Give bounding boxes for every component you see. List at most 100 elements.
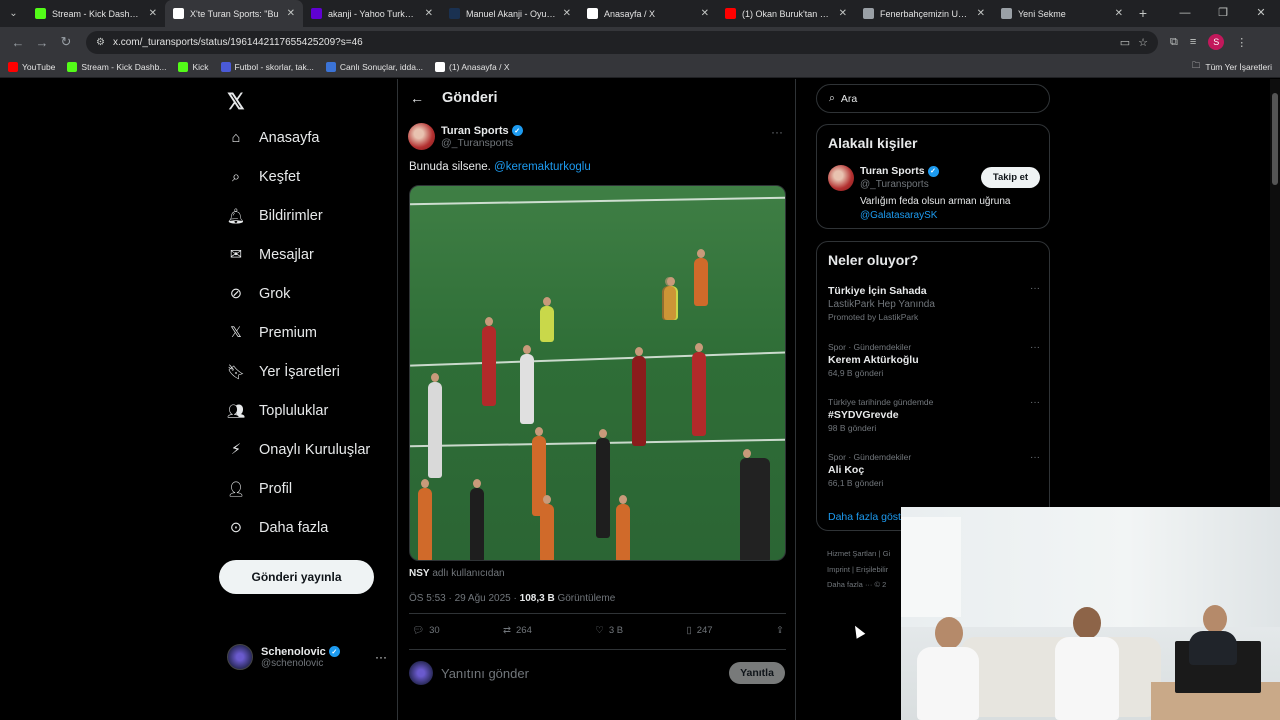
profile-avatar[interactable]: S <box>1208 34 1225 50</box>
trend-more-icon[interactable]: ··· <box>1030 283 1040 294</box>
tab-close-icon[interactable]: ✕ <box>839 8 847 19</box>
tab-close-icon[interactable]: ✕ <box>1115 8 1123 19</box>
repost-action[interactable]: ⇄ 264 <box>503 625 532 636</box>
show-more-link[interactable]: Daha fazla göster <box>828 511 910 523</box>
menu-icon[interactable]: ⋮ <box>1236 36 1247 49</box>
address-bar[interactable]: ⚙ x.com/_turansports/status/196144211765… <box>86 30 1158 54</box>
forward-arrow-icon[interactable]: → <box>30 35 54 50</box>
bookmark-item[interactable]: YouTube <box>8 62 55 72</box>
author-avatar[interactable] <box>408 123 435 150</box>
person-icon: 👤︎ <box>226 481 246 498</box>
nav-item-search[interactable]: ⌕ Keşfet <box>227 168 300 186</box>
all-bookmarks-button[interactable]: 🗀 Tüm Yer İşaretleri <box>1192 60 1272 74</box>
nav-item-lightning[interactable]: ⚡︎ Onaylı Kuruluşlar <box>227 441 370 459</box>
follow-button[interactable]: Takip et <box>981 167 1040 188</box>
browser-tab[interactable]: (1) Okan Buruk'tan Liverp ✕ <box>717 0 855 27</box>
media-icon[interactable]: ≡ <box>1190 36 1196 48</box>
bookmark-item[interactable]: Kick <box>178 62 209 72</box>
trend-more-icon[interactable]: ··· <box>1030 342 1040 353</box>
like-action[interactable]: ♡ 3 B <box>595 625 623 636</box>
reply-button[interactable]: Yanıtla <box>729 662 785 684</box>
minimize-icon[interactable]: — <box>1166 0 1204 27</box>
bookmark-count: 247 <box>696 625 713 636</box>
person-bio-mention[interactable]: @GalatasaraySK <box>860 210 937 221</box>
person-name[interactable]: Turan Sports <box>860 165 925 177</box>
tab-close-icon[interactable]: ✕ <box>425 8 433 19</box>
bookmark-action[interactable]: ▯ 247 <box>686 625 712 636</box>
trend-item[interactable]: Spor · Gündemdekiler Ali Koç 66,1 B gönder… <box>828 452 1040 488</box>
nav-item-label: Grok <box>259 286 291 302</box>
footer-link[interactable]: Imprint | Erişilebilir <box>827 562 890 578</box>
nav-item-more-circle[interactable]: ⊙ Daha fazla <box>227 519 328 537</box>
tab-close-icon[interactable]: ✕ <box>977 8 985 19</box>
nav-item-person[interactable]: 👤︎ Profil <box>227 480 292 498</box>
nav-item-home[interactable]: ⌂ Anasayfa <box>227 129 320 147</box>
person-handle[interactable]: @_Turansports <box>860 179 929 190</box>
trend-item[interactable]: Türkiye İçin Sahada LastikPark Hep Yanınd… <box>828 283 1040 322</box>
nav-item-bell[interactable]: 🔔︎ Bildirimler <box>227 207 323 225</box>
nav-item-x[interactable]: 𝕏 Premium <box>227 324 317 342</box>
post-button[interactable]: Gönderi yayınla <box>219 560 374 594</box>
star-icon[interactable]: ☆ <box>1138 36 1148 49</box>
close-window-icon[interactable]: ✕ <box>1242 0 1280 27</box>
person-avatar[interactable] <box>828 165 854 191</box>
browser-tab[interactable]: akanji - Yahoo Turkey Ara ✕ <box>303 0 441 27</box>
video-source-user[interactable]: NSY <box>409 568 430 579</box>
tweet-mention-link[interactable]: @keremakturkoglu <box>494 161 591 173</box>
tab-close-icon[interactable]: ✕ <box>701 8 709 19</box>
nav-item-label: Premium <box>259 325 318 341</box>
account-switcher[interactable]: Schenolovic ✓ @schenolovic ··· <box>227 644 387 670</box>
browser-tab[interactable]: X'te Turan Sports: "Bu ✕ <box>165 0 303 27</box>
footer-link[interactable]: Daha fazla ··· © 2 <box>827 577 890 593</box>
tab-close-icon[interactable]: ✕ <box>563 8 571 19</box>
more-dots-icon[interactable]: ··· <box>375 650 387 664</box>
tab-title: X'te Turan Sports: "Bu <box>190 8 279 19</box>
tab-search-chevron-icon[interactable]: ⌄ <box>0 0 27 27</box>
bookmark-item[interactable]: Canlı Sonuçlar, idda... <box>325 62 423 72</box>
bookmark-item[interactable]: Stream - Kick Dashb... <box>67 62 166 72</box>
search-input[interactable]: ⌕ Ara <box>816 84 1050 113</box>
browser-tab[interactable]: Anasayfa / X ✕ <box>579 0 717 27</box>
tab-close-icon[interactable]: ✕ <box>287 8 295 19</box>
browser-tab[interactable]: Stream - Kick Dashboard ✕ <box>27 0 165 27</box>
maximize-icon[interactable]: ❐ <box>1204 0 1242 27</box>
site-info-icon[interactable]: ⚙ <box>96 37 105 48</box>
nav-item-label: Onaylı Kuruluşlar <box>259 442 371 458</box>
trend-more-icon[interactable]: ··· <box>1030 397 1040 408</box>
tweet-more-icon[interactable]: ··· <box>771 125 783 139</box>
trend-more-icon[interactable]: ··· <box>1030 452 1040 463</box>
scrollbar-thumb[interactable] <box>1272 93 1278 185</box>
trend-item[interactable]: Spor · Gündemdekiler Kerem Aktürkoğlu 64,9… <box>828 342 1040 378</box>
cast-icon[interactable]: ▭ <box>1120 36 1130 49</box>
browser-tab[interactable]: Fenerbahçemizin UEFA Av ✕ <box>855 0 993 27</box>
bookmark-item[interactable]: (1) Anasayfa / X <box>435 62 510 72</box>
footer-link[interactable]: Hizmet Şartları | Gi <box>827 546 890 562</box>
back-arrow-icon[interactable]: ← <box>410 90 424 106</box>
nav-item-grok[interactable]: ⊘ Grok <box>227 285 291 303</box>
nav-item-communities[interactable]: 👥︎ Topluluklar <box>227 402 329 420</box>
author-handle[interactable]: @_Turansports <box>441 137 523 149</box>
reload-icon[interactable]: ↻ <box>54 34 78 50</box>
extensions-icon[interactable]: ⧉ <box>1170 36 1178 49</box>
url-text[interactable]: x.com/_turansports/status/19614421176554… <box>113 37 1112 48</box>
new-tab-button[interactable]: + <box>1131 0 1155 27</box>
reply-input[interactable]: Yanıtını gönder <box>441 666 721 681</box>
trend-item[interactable]: Türkiye tarihinde gündemde #SYDVGrevde 98 … <box>828 397 1040 433</box>
nav-item-bookmark[interactable]: 🔖︎ Yer İşaretleri <box>227 363 340 381</box>
nav-item-mail[interactable]: ✉ Mesajlar <box>227 246 314 264</box>
x-logo-icon[interactable]: 𝕏 <box>227 89 245 115</box>
bookmark-label: (1) Anasayfa / X <box>449 62 510 72</box>
browser-tab[interactable]: Yeni Sekme ✕ <box>993 0 1131 27</box>
share-action[interactable]: ⇪ <box>776 625 784 636</box>
browser-tab[interactable]: Manuel Akanji - Oyuncu p ✕ <box>441 0 579 27</box>
tweet-time[interactable]: ÖS 5:53 · 29 Ağu 2025 · <box>409 593 520 604</box>
x-icon <box>587 8 598 19</box>
reply-action[interactable]: 💬︎ 30 <box>412 625 440 636</box>
tweet-video[interactable] <box>409 185 786 561</box>
bookmark-item[interactable]: Futbol - skorlar, tak... <box>220 62 314 72</box>
player-figure <box>540 297 554 342</box>
tweet-author[interactable]: Turan Sports ✓ @_Turansports <box>408 123 523 150</box>
author-name[interactable]: Turan Sports <box>441 125 509 137</box>
back-arrow-icon[interactable]: ← <box>6 35 30 50</box>
tab-close-icon[interactable]: ✕ <box>149 8 157 19</box>
